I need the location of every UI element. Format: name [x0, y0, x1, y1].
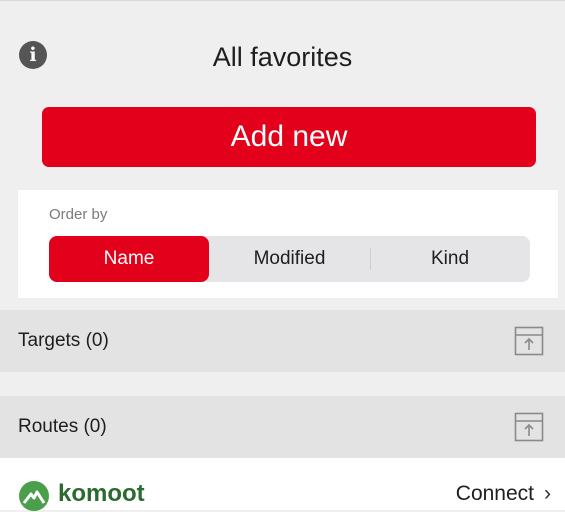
- import-icon[interactable]: [514, 412, 544, 442]
- order-by-label: Order by: [49, 206, 108, 223]
- import-icon[interactable]: [514, 326, 544, 356]
- section-routes-label: Routes (0): [18, 416, 107, 437]
- section-targets-label: Targets (0): [18, 330, 109, 351]
- komoot-wordmark: komoot: [58, 480, 145, 507]
- page-title: All favorites: [212, 42, 353, 72]
- order-option-kind[interactable]: Kind: [370, 236, 530, 282]
- chevron-right-icon: ›: [544, 482, 551, 505]
- header: i All favorites: [0, 1, 565, 101]
- connect-label: Connect: [455, 482, 534, 505]
- footer: komoot Connect ›: [0, 458, 565, 512]
- add-new-button[interactable]: Add new: [42, 107, 536, 167]
- order-option-modified[interactable]: Modified: [209, 236, 370, 282]
- section-routes[interactable]: Routes (0): [0, 396, 565, 458]
- komoot-logo-icon: [19, 481, 49, 511]
- connect-link[interactable]: Connect ›: [456, 476, 551, 512]
- order-by-panel: Order by Name Modified Kind: [18, 190, 558, 298]
- order-segmented-control: Name Modified Kind: [49, 236, 530, 282]
- section-targets[interactable]: Targets (0): [0, 310, 565, 372]
- order-option-name[interactable]: Name: [49, 236, 209, 282]
